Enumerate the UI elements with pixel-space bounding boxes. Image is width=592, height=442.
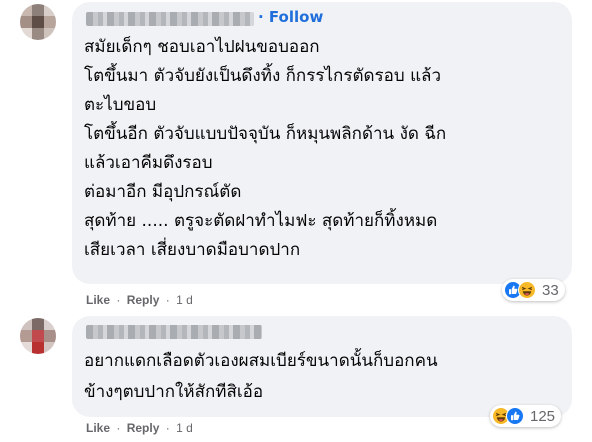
dot-separator: · [116,421,121,435]
commenter-avatar[interactable] [20,4,56,40]
comment-text-line: สมัยเด็กๆ ชอบเอาไปฝนขอบออก [84,37,320,57]
timestamp-link[interactable]: 1 d [176,421,193,435]
comment-text-line: โตขึ้นมา ตัวจับยังเป็นดึงทิ้ง ก็กรรไกรตั… [84,66,441,86]
comment-text-line: สุดท้าย ..... ตรูจะตัดฝาทำไมฟะ สุดท้ายก็… [84,211,438,231]
comment-text-line: เสียเวลา เสี่ยงบาดมือบาดปาก [84,240,301,260]
commenter-name[interactable] [86,12,254,26]
reaction-summary[interactable]: 33 [502,279,565,301]
comment-text-line: ตะไบขอบ [84,95,157,115]
dot-separator: · [165,293,170,307]
like-link[interactable]: Like [86,421,110,435]
dot-separator: · [165,421,170,435]
comment-actions: Like · Reply · 1 d [86,421,193,435]
comment-text-line: ต่อมาอีก มีอุปกรณ์ตัด [84,182,242,202]
comment-thread: · Follow สมัยเด็กๆ ชอบเอาไปฝนขอบออก โตขึ… [0,0,592,442]
reaction-count: 33 [542,281,559,299]
haha-icon [518,281,536,299]
timestamp-link[interactable]: 1 d [176,293,193,307]
reaction-count: 125 [530,407,556,425]
comment-text-line: โตขึ้นอีก ตัวจับแบบปัจจุบัน ก็หมุนพลิกด้… [84,124,447,144]
like-link[interactable]: Like [86,293,110,307]
comment-text-line: อยากแดกเลือดตัวเองผสมเบียร์ขนาดนั้นก็บอก… [84,351,438,371]
dot-separator: · [116,293,121,307]
reaction-summary[interactable]: 125 [490,405,562,427]
comment-text-line: ข้างๆตบปากให้สักทีสิเอ้อ [84,382,264,402]
like-icon [506,407,524,425]
commenter-name[interactable] [86,325,262,339]
comment-actions: Like · Reply · 1 d [86,293,193,307]
dot-separator: · [258,8,269,26]
follow-button[interactable]: · Follow [258,8,323,26]
commenter-avatar[interactable] [20,318,56,354]
reaction-icons [492,407,524,425]
reply-link[interactable]: Reply [127,293,160,307]
reply-link[interactable]: Reply [127,421,160,435]
reaction-icons [504,281,536,299]
comment-text-line: แล้วเอาคีมดึงรอบ [84,153,213,173]
